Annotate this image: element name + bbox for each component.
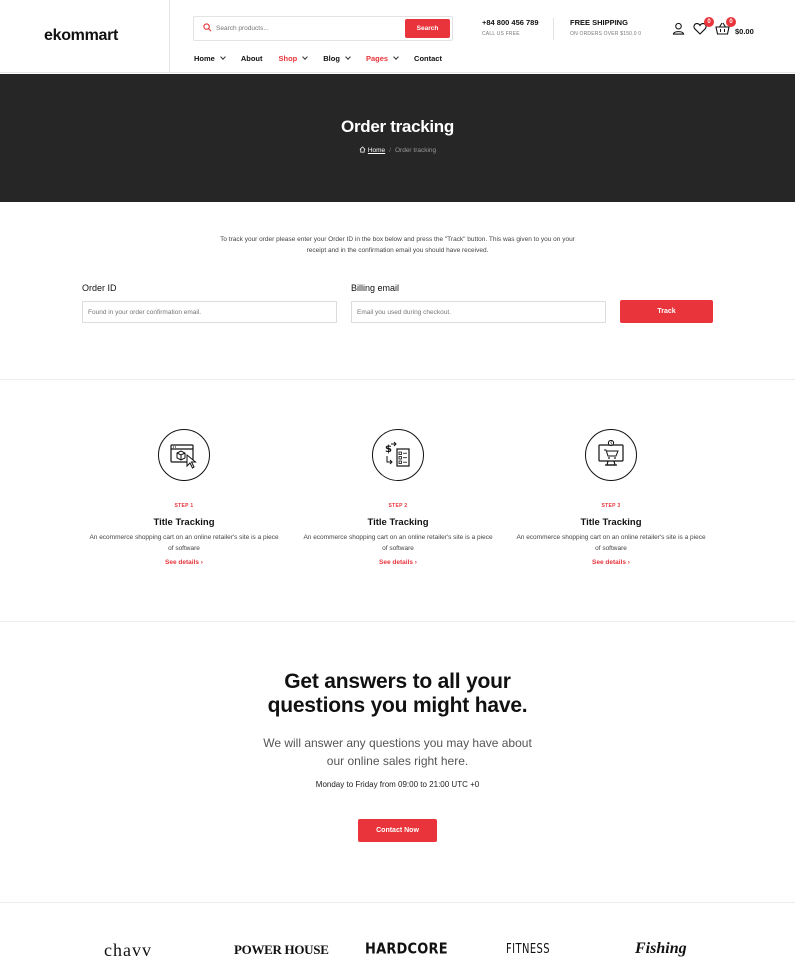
nav-label: Shop xyxy=(278,53,298,63)
breadcrumb: Home / Order tracking xyxy=(0,146,795,154)
faq-subtitle-line: our online sales right here. xyxy=(326,754,469,768)
step-title: Title Tracking xyxy=(580,517,642,528)
see-details-link[interactable]: See details › xyxy=(89,559,279,566)
user-icon[interactable] xyxy=(672,22,685,35)
cart-total[interactable]: $0.00 xyxy=(735,27,754,36)
main-nav: Home About Shop Blog Pages Contact xyxy=(194,52,458,64)
nav-item-home[interactable]: Home xyxy=(194,52,226,64)
section-divider xyxy=(0,379,795,380)
phone-caption: CALL US FREE xyxy=(482,31,520,37)
divider xyxy=(553,18,554,40)
logo-area: ekommart xyxy=(0,0,170,73)
cart-count-badge: 0 xyxy=(726,17,736,27)
brand-logo-hardcore[interactable]: HARDCORE xyxy=(365,941,448,958)
nav-label: Contact xyxy=(414,53,442,63)
site-header: ekommart Search +84 800 456 789 CALL US … xyxy=(0,0,795,73)
home-icon xyxy=(359,146,366,153)
step-title: Title Tracking xyxy=(367,517,429,528)
billing-email-label: Billing email xyxy=(351,283,400,293)
billing-email-input[interactable] xyxy=(351,301,606,323)
nav-item-about[interactable]: About xyxy=(241,52,263,64)
breadcrumb-separator: / xyxy=(389,147,391,154)
monitor-cart-icon: $ xyxy=(598,440,624,466)
search-input[interactable] xyxy=(216,20,396,37)
step-title: Title Tracking xyxy=(153,517,215,528)
faq-heading: Get answers to all your questions you mi… xyxy=(0,670,795,718)
order-id-input[interactable] xyxy=(82,301,337,323)
search-button[interactable]: Search xyxy=(405,19,450,38)
chevron-down-icon xyxy=(393,53,399,60)
nav-item-contact[interactable]: Contact xyxy=(414,52,442,64)
brand-logo-fitness[interactable]: FITNESS xyxy=(506,942,550,957)
business-hours: Monday to Friday from 09:00 to 21:00 UTC… xyxy=(315,780,480,789)
brand-logo-chavv[interactable]: chavv xyxy=(104,940,152,960)
see-details-link[interactable]: See details › xyxy=(303,559,493,566)
faq-heading-line: Get answers to all your xyxy=(284,670,511,693)
step-description: An ecommerce shopping cart on an online … xyxy=(89,534,279,552)
chevron-down-icon xyxy=(302,53,309,60)
shipping-title: FREE SHIPPING xyxy=(570,18,628,27)
logo[interactable]: ekommart xyxy=(44,27,118,45)
see-details-link[interactable]: See details › xyxy=(516,559,706,566)
phone-number: +84 800 456 789 xyxy=(482,18,539,27)
faq-subtitle-line: We will answer any questions you may hav… xyxy=(263,736,532,750)
nav-label: Blog xyxy=(323,53,340,63)
brand-logo-power-house[interactable]: POWER HOUSE xyxy=(234,942,329,958)
dollar-exchange-checklist-icon: $ xyxy=(385,441,410,467)
step-description: An ecommerce shopping cart on an online … xyxy=(303,534,493,552)
search-bar: Search xyxy=(193,16,453,41)
step-number: STEP 3 xyxy=(601,503,621,509)
chevron-down-icon xyxy=(345,53,351,60)
step-card: STEP 1 Title Tracking An ecommerce shopp… xyxy=(89,429,279,566)
nav-item-shop[interactable]: Shop xyxy=(278,52,309,64)
order-id-label: Order ID xyxy=(82,283,117,293)
faq-heading-line: questions you might have. xyxy=(267,694,528,717)
track-button[interactable]: Track xyxy=(620,300,713,323)
step-icon-circle xyxy=(158,429,210,481)
wishlist-count-badge: 0 xyxy=(704,17,714,27)
step-card: $ STEP 2 Title Tracking An ecommerce sho… xyxy=(303,429,493,566)
faq-subtitle: We will answer any questions you may hav… xyxy=(0,734,795,770)
contact-now-button[interactable]: Contact Now xyxy=(358,819,437,842)
brand-logo-fishing[interactable]: Fishing xyxy=(635,940,687,958)
breadcrumb-home-link[interactable]: Home xyxy=(368,147,385,154)
search-icon xyxy=(203,23,212,32)
nav-item-pages[interactable]: Pages xyxy=(365,52,399,64)
svg-text:$: $ xyxy=(610,441,613,446)
browser-box-cursor-icon xyxy=(170,444,197,469)
step-description: An ecommerce shopping cart on an online … xyxy=(516,534,706,552)
step-icon-circle: $ xyxy=(585,429,637,481)
breadcrumb-current: Order tracking xyxy=(394,147,437,154)
step-number: STEP 2 xyxy=(388,503,408,509)
nav-label: About xyxy=(240,53,263,63)
shipping-caption: ON ORDERS OVER $150.0 0 xyxy=(570,31,642,37)
nav-item-blog[interactable]: Blog xyxy=(323,52,351,64)
page-title: Order tracking xyxy=(341,117,454,136)
step-icon-circle: $ xyxy=(372,429,424,481)
tracking-intro: To track your order please enter your Or… xyxy=(220,236,575,254)
step-number: STEP 1 xyxy=(174,503,194,509)
nav-label: Pages xyxy=(365,53,389,63)
nav-label: Home xyxy=(194,53,215,63)
section-divider xyxy=(0,621,795,622)
svg-text:$: $ xyxy=(385,444,392,455)
chevron-down-icon xyxy=(220,53,226,60)
page-banner: Order tracking Home / Order tracking xyxy=(0,74,795,202)
section-divider xyxy=(0,902,795,903)
step-card: $ STEP 3 Title Tracking An ecommerce sho… xyxy=(516,429,706,566)
